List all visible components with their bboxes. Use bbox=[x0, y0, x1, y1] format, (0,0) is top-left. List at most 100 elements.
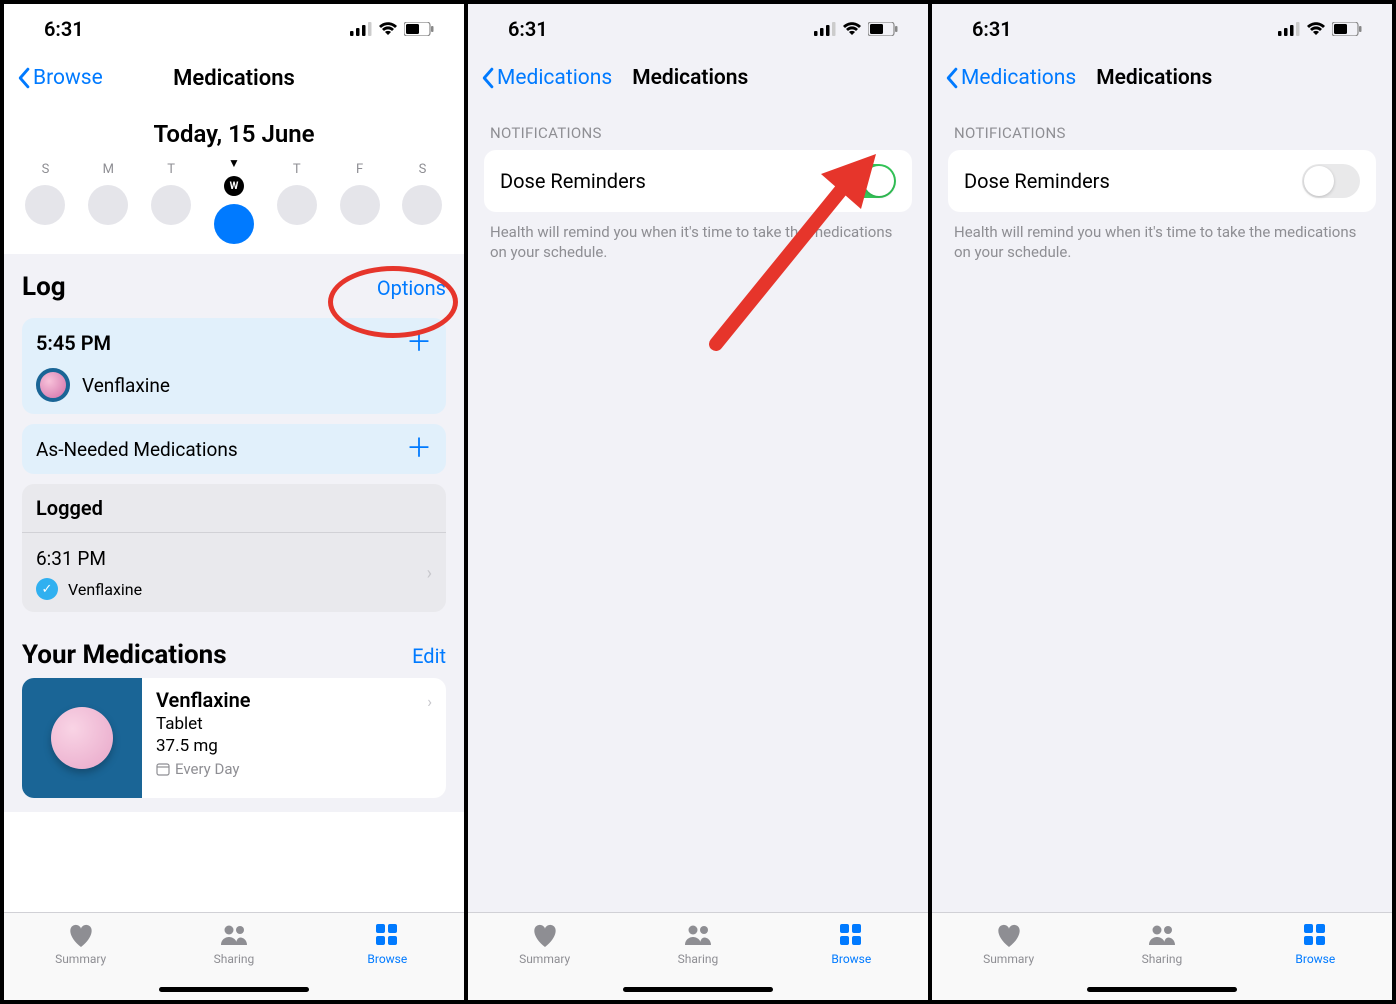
wifi-icon bbox=[1306, 22, 1326, 36]
calendar-week-strip[interactable]: S M T ▼ W T F S bbox=[4, 162, 464, 254]
calendar-day-label: M bbox=[103, 162, 114, 177]
add-dose-button[interactable]: ＋ bbox=[406, 330, 432, 356]
options-button[interactable]: Options bbox=[377, 276, 446, 300]
dose-reminders-row: Dose Reminders bbox=[948, 150, 1376, 212]
calendar-day[interactable]: S bbox=[25, 162, 65, 244]
chevron-left-icon bbox=[480, 67, 495, 89]
calendar-day[interactable]: T bbox=[151, 162, 191, 244]
today-date-header: Today, 15 June bbox=[4, 102, 464, 162]
dose-time: 5:45 PM bbox=[36, 331, 111, 355]
home-indicator[interactable] bbox=[623, 987, 773, 992]
calendar-day-label: S bbox=[419, 162, 427, 177]
chevron-right-icon: › bbox=[427, 563, 432, 584]
logged-medication-name: Venflaxine bbox=[68, 580, 142, 599]
medication-card[interactable]: Venflaxine Tablet 37.5 mg Every Day › bbox=[22, 678, 446, 798]
dose-reminders-row: Dose Reminders bbox=[484, 150, 912, 212]
calendar-day[interactable]: F bbox=[340, 162, 380, 244]
tab-sharing[interactable]: Sharing bbox=[1117, 921, 1207, 966]
back-button[interactable]: Browse bbox=[16, 66, 103, 90]
tab-label: Sharing bbox=[678, 952, 719, 966]
page-title: Medications bbox=[1096, 66, 1212, 90]
tab-label: Browse bbox=[831, 952, 871, 966]
status-time: 6:31 bbox=[972, 17, 1012, 41]
calendar-day-dot bbox=[340, 185, 380, 225]
dose-reminders-toggle[interactable] bbox=[838, 164, 896, 198]
calendar-day-dot bbox=[151, 185, 191, 225]
people-icon bbox=[1147, 921, 1177, 949]
calendar-day-label: F bbox=[356, 162, 363, 177]
tab-bar: Summary Sharing Browse bbox=[932, 912, 1392, 1000]
status-right bbox=[1278, 22, 1362, 36]
medication-thumbnail bbox=[22, 678, 142, 798]
cellular-signal-icon bbox=[350, 22, 372, 36]
tab-summary[interactable]: Summary bbox=[500, 921, 590, 966]
status-bar: 6:31 bbox=[932, 4, 1392, 54]
log-heading: Log bbox=[22, 272, 66, 302]
medication-name: Venflaxine bbox=[156, 688, 432, 712]
notifications-group-header: NOTIFICATIONS bbox=[932, 102, 1392, 150]
calendar-today-badge: W bbox=[224, 176, 244, 196]
nav-bar: Browse Medications bbox=[4, 54, 464, 102]
screen-notifications-off: 6:31 Medications Medications NOTIFICATIO… bbox=[932, 4, 1392, 1000]
nav-bar: Medications Medications bbox=[468, 54, 928, 102]
add-as-needed-button[interactable]: ＋ bbox=[406, 436, 432, 462]
heart-icon bbox=[66, 921, 96, 949]
back-label: Medications bbox=[497, 66, 612, 90]
screen-medications-log: 6:31 Browse Medications Today, 15 June S… bbox=[4, 4, 464, 1000]
tab-summary[interactable]: Summary bbox=[36, 921, 126, 966]
calendar-day-label: T bbox=[293, 162, 301, 177]
status-right bbox=[814, 22, 898, 36]
edit-button[interactable]: Edit bbox=[412, 644, 446, 668]
cellular-signal-icon bbox=[1278, 22, 1300, 36]
battery-icon bbox=[1332, 22, 1362, 36]
tab-browse[interactable]: Browse bbox=[1270, 921, 1360, 966]
heart-icon bbox=[994, 921, 1024, 949]
tab-summary[interactable]: Summary bbox=[964, 921, 1054, 966]
calendar-day-label: T bbox=[167, 162, 175, 177]
home-indicator[interactable] bbox=[159, 987, 309, 992]
logged-heading: Logged bbox=[36, 496, 103, 520]
dose-reminders-label: Dose Reminders bbox=[500, 169, 646, 193]
tab-browse[interactable]: Browse bbox=[806, 921, 896, 966]
back-label: Browse bbox=[33, 66, 103, 90]
back-button[interactable]: Medications bbox=[944, 66, 1076, 90]
tab-label: Summary bbox=[983, 952, 1034, 966]
people-icon bbox=[219, 921, 249, 949]
calendar-today-arrow-icon: ▼ bbox=[228, 156, 240, 170]
tab-label: Summary bbox=[55, 952, 106, 966]
notifications-group-header: NOTIFICATIONS bbox=[468, 102, 928, 150]
as-needed-label: As-Needed Medications bbox=[36, 438, 238, 461]
tab-label: Sharing bbox=[1142, 952, 1183, 966]
as-needed-card[interactable]: As-Needed Medications ＋ bbox=[22, 424, 446, 474]
calendar-day-label: S bbox=[42, 162, 50, 177]
log-section-header: Log Options bbox=[22, 254, 446, 308]
page-title: Medications bbox=[173, 66, 295, 91]
chevron-right-icon: › bbox=[427, 692, 432, 711]
calendar-day-today[interactable]: ▼ W bbox=[214, 162, 254, 244]
dose-reminders-toggle[interactable] bbox=[1302, 164, 1360, 198]
notifications-footer: Health will remind you when it's time to… bbox=[932, 212, 1392, 273]
calendar-day-dot bbox=[214, 204, 254, 244]
your-medications-heading: Your Medications bbox=[22, 640, 227, 670]
calendar-day[interactable]: M bbox=[88, 162, 128, 244]
logged-card: Logged 6:31 PM ✓ Venflaxine › bbox=[22, 484, 446, 612]
calendar-icon bbox=[156, 762, 170, 776]
scheduled-dose-card[interactable]: 5:45 PM ＋ Venflaxine bbox=[22, 318, 446, 414]
tab-browse[interactable]: Browse bbox=[342, 921, 432, 966]
home-indicator[interactable] bbox=[1087, 987, 1237, 992]
back-button[interactable]: Medications bbox=[480, 66, 612, 90]
calendar-day[interactable]: T bbox=[277, 162, 317, 244]
tab-sharing[interactable]: Sharing bbox=[189, 921, 279, 966]
chevron-left-icon bbox=[16, 67, 31, 89]
calendar-day[interactable]: S bbox=[402, 162, 442, 244]
wifi-icon bbox=[378, 22, 398, 36]
page-title: Medications bbox=[632, 66, 748, 90]
logged-entry[interactable]: 6:31 PM ✓ Venflaxine › bbox=[36, 545, 432, 600]
status-right bbox=[350, 22, 434, 36]
medication-name: Venflaxine bbox=[82, 374, 170, 397]
chevron-left-icon bbox=[944, 67, 959, 89]
tab-sharing[interactable]: Sharing bbox=[653, 921, 743, 966]
tab-label: Sharing bbox=[214, 952, 255, 966]
calendar-day-dot bbox=[88, 185, 128, 225]
calendar-day-dot bbox=[277, 185, 317, 225]
